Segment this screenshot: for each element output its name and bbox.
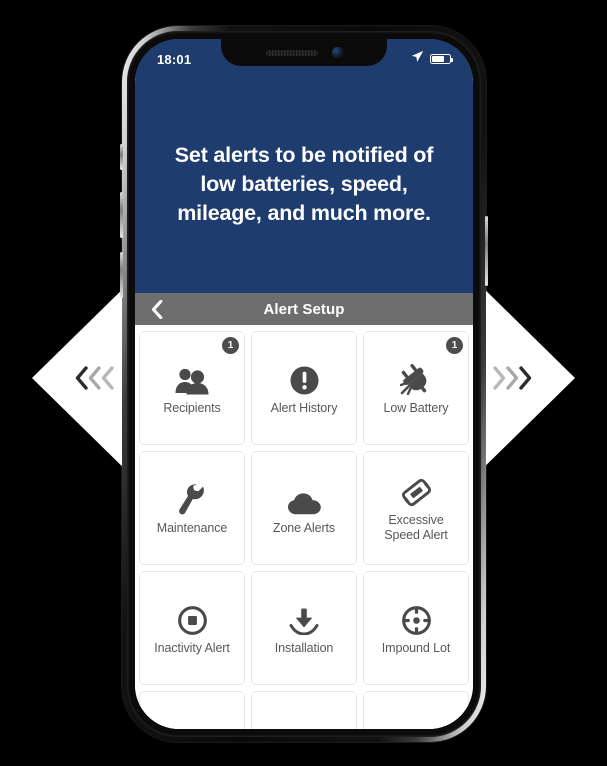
tile-label: Zone Alerts (272, 520, 336, 535)
app-navigation-bar: Alert Setup (135, 293, 473, 325)
phone-screen: Set alerts to be notified of low batteri… (135, 39, 473, 729)
tile-low-battery[interactable]: 1 Low Battery (363, 331, 469, 445)
crosshair-icon (401, 601, 431, 635)
phone-volume-up-button[interactable] (120, 192, 123, 238)
chevron-right-icon-dark (519, 366, 532, 390)
chevron-right-icon-gray2 (493, 366, 506, 390)
tile-maintenance[interactable]: Maintenance (139, 451, 245, 565)
alert-setup-grid-scroll[interactable]: 1 Recipients Alert History 1 Low Battery… (135, 325, 473, 729)
chevron-left-icon-gray1 (88, 366, 101, 390)
chevron-left-icon-gray2 (101, 366, 114, 390)
tile-label: Inactivity Alert (154, 640, 230, 655)
wrench-icon (178, 481, 206, 515)
back-button[interactable] (145, 297, 169, 321)
tile-alert-history[interactable]: Alert History (251, 331, 357, 445)
earpiece-speaker (265, 49, 318, 56)
chevron-left-icon (151, 299, 163, 319)
chevron-double-left-icon[interactable] (75, 356, 114, 400)
front-camera (331, 47, 343, 58)
battery-icon (430, 54, 454, 64)
tile-excessive-speed-alert[interactable]: Excessive Speed Alert (363, 451, 469, 565)
page-title: Alert Setup (263, 300, 345, 318)
tile-label: Installation (274, 640, 334, 655)
chevron-left-icon-dark (75, 366, 88, 390)
towing-icon (290, 728, 318, 729)
exclamation-circle-icon (289, 361, 319, 395)
phone-bezel: Set alerts to be notified of low batteri… (127, 31, 481, 737)
alert-setup-grid: 1 Recipients Alert History 1 Low Battery… (139, 331, 469, 729)
chevron-right-icon-gray1 (506, 366, 519, 390)
speedometer-icon (401, 473, 431, 507)
tile-impound-lot[interactable]: Impound Lot (363, 571, 469, 685)
chevron-double-right-icon[interactable] (493, 356, 532, 400)
download-icon (289, 601, 319, 635)
cloud-icon (287, 481, 321, 515)
phone-mute-switch[interactable] (120, 144, 123, 170)
hero-headline: Set alerts to be notified of low batteri… (174, 143, 434, 226)
tile-label: Low Battery (383, 400, 449, 415)
tile-label: Alert History (270, 400, 338, 415)
tile-installation[interactable]: Installation (251, 571, 357, 685)
status-bar-indicators (411, 50, 454, 68)
tile-label: Recipients (163, 400, 221, 415)
stop-circle-icon (177, 601, 207, 635)
location-arrow-icon (411, 50, 424, 68)
phone-notch (221, 39, 387, 66)
tile-partial-empty[interactable] (363, 691, 469, 729)
power-plug-icon (400, 361, 432, 395)
screenshot-stage: Set alerts to be notified of low batteri… (0, 0, 607, 766)
phone-power-button[interactable] (485, 216, 488, 286)
tile-recipients[interactable]: 1 Recipients (139, 331, 245, 445)
users-icon (175, 361, 209, 395)
tile-label: Excessive Speed Alert (384, 513, 448, 542)
status-bar-clock: 18:01 (157, 51, 192, 67)
collision-icon (177, 728, 207, 729)
tile-label: Maintenance (156, 520, 228, 535)
status-badge: 1 (222, 337, 239, 354)
phone-device-frame: Set alerts to be notified of low batteri… (120, 26, 488, 742)
phone-volume-down-button[interactable] (120, 252, 123, 298)
status-badge: 1 (446, 337, 463, 354)
tile-partial-collision[interactable] (139, 691, 245, 729)
tile-partial-towing[interactable] (251, 691, 357, 729)
tile-inactivity-alert[interactable]: Inactivity Alert (139, 571, 245, 685)
hero-banner: Set alerts to be notified of low batteri… (135, 39, 473, 293)
tile-label: Impound Lot (381, 640, 451, 655)
tile-zone-alerts[interactable]: Zone Alerts (251, 451, 357, 565)
